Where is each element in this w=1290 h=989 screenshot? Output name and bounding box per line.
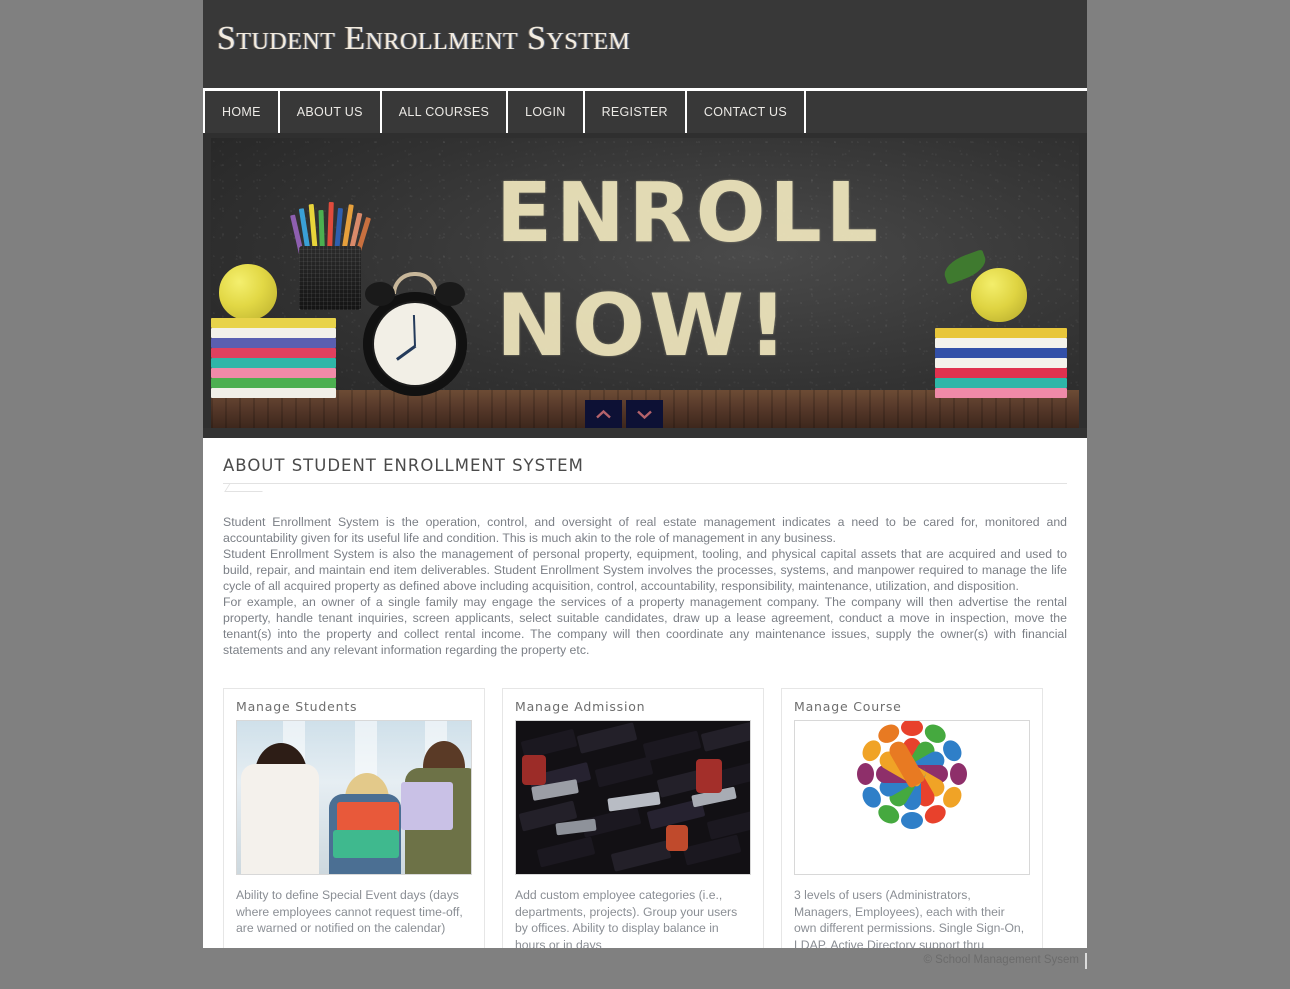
people-circle-art (795, 721, 1029, 874)
slider-next-button[interactable] (626, 400, 663, 428)
page-title: Student Enrollment System (217, 20, 631, 57)
section-divider-notch (224, 483, 268, 492)
clock-minute-hand (412, 314, 416, 347)
nav-item-home[interactable]: HOME (203, 91, 280, 133)
about-section-header: ABOUT STUDENT ENROLLMENT SYSTEM (223, 456, 1067, 494)
main-navigation: HOME ABOUT US ALL COURSES LOGIN REGISTER… (203, 88, 1087, 133)
students-photo (236, 720, 472, 875)
clock-bell-right (435, 282, 465, 306)
book-stack-right (935, 320, 1067, 402)
feature-cards: Manage Students Ability to define Specia… (223, 688, 1067, 989)
nav-item-about-us[interactable]: ABOUT US (280, 91, 382, 133)
clock-face (374, 303, 456, 385)
apple-left (219, 264, 277, 320)
feature-card-manage-course[interactable]: Manage Course 3 levels of users (Adminis… (781, 688, 1043, 989)
footer-copyright: © School Management Sysem (923, 954, 1080, 966)
slider-prev-button[interactable] (585, 400, 622, 428)
chevron-down-icon (637, 410, 652, 419)
chevron-up-icon (596, 409, 611, 418)
clock-hour-hand (396, 344, 417, 361)
page-background: Student Enrollment System HOME ABOUT US … (0, 0, 1290, 989)
clock-bell-left (365, 282, 395, 306)
feature-card-manage-admission[interactable]: Manage Admission Add custom employee cat… (502, 688, 764, 989)
nav-item-register[interactable]: REGISTER (585, 91, 687, 133)
nav-item-contact-us[interactable]: CONTACT US (687, 91, 806, 133)
graduation-photo (515, 720, 751, 875)
hero-slide-image: ENROLL NOW! (211, 138, 1079, 428)
about-paragraph-2: Student Enrollment System is also the ma… (223, 547, 1067, 593)
people-circle-graphic (794, 720, 1030, 875)
slider-controls (585, 400, 663, 428)
card-title: Manage Admission (515, 699, 646, 714)
students-photo-art (237, 721, 471, 874)
about-body: Student Enrollment System is the operati… (223, 514, 1067, 658)
card-title: Manage Students (236, 699, 358, 714)
apple-right (971, 268, 1027, 322)
alarm-clock-icon (363, 272, 467, 396)
about-heading: ABOUT STUDENT ENROLLMENT SYSTEM (223, 456, 584, 475)
main-content: ABOUT STUDENT ENROLLMENT SYSTEM Student … (203, 438, 1087, 989)
hero-slider: ENROLL NOW! (203, 133, 1087, 438)
site-container: Student Enrollment System HOME ABOUT US … (203, 0, 1087, 989)
book-stack-left (211, 318, 336, 398)
section-divider (223, 483, 1067, 492)
about-paragraph-1: Student Enrollment System is the operati… (223, 515, 1067, 545)
site-footer: © School Management Sysem (203, 948, 1087, 989)
hero-headline-line2: NOW! (496, 276, 792, 376)
site-header: Student Enrollment System (203, 0, 1087, 88)
graduation-photo-art (516, 721, 750, 874)
pencil-cup (299, 246, 361, 310)
hero-headline-line1: ENROLL (496, 166, 882, 261)
nav-item-all-courses[interactable]: ALL COURSES (382, 91, 509, 133)
card-title: Manage Course (794, 699, 902, 714)
about-paragraph-3: For example, an owner of a single family… (223, 595, 1067, 657)
footer-divider (1085, 953, 1087, 969)
nav-item-login[interactable]: LOGIN (508, 91, 585, 133)
feature-card-manage-students[interactable]: Manage Students Ability to define Specia… (223, 688, 485, 989)
